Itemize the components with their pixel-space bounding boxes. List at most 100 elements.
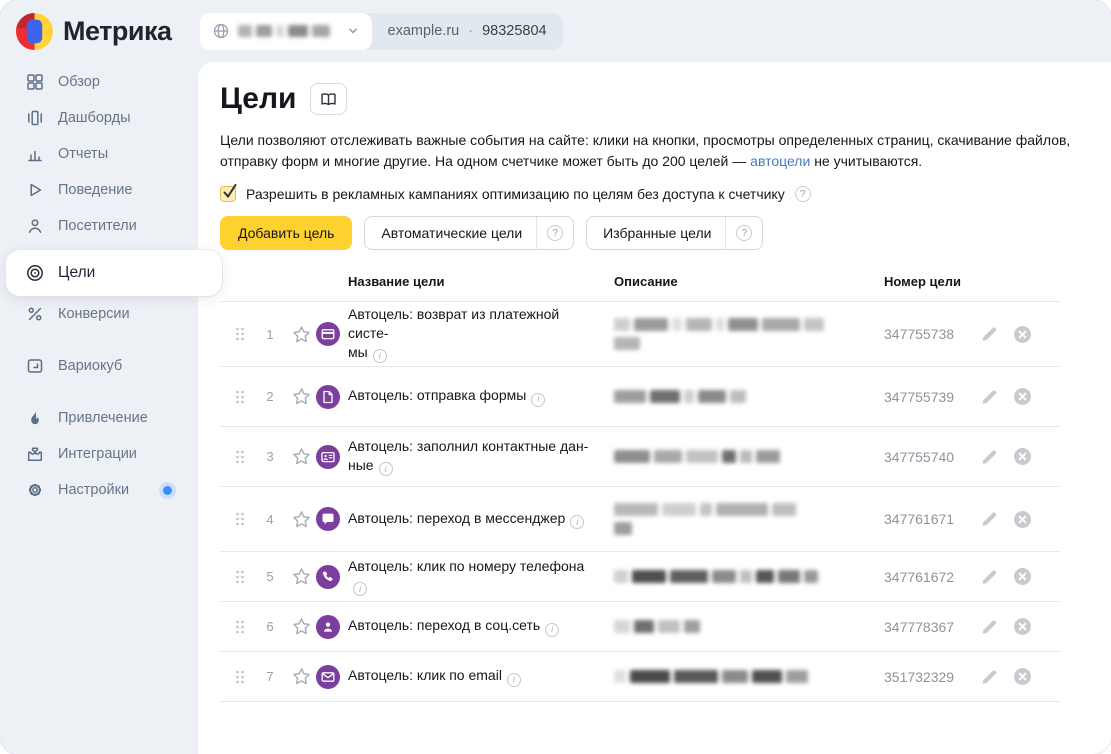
- sidebar-item-goals[interactable]: Цели: [6, 250, 222, 296]
- delete-goal-button[interactable]: [1013, 617, 1033, 636]
- optimize-checkbox[interactable]: [220, 186, 236, 202]
- goal-description-redacted: [614, 318, 864, 350]
- sidebar-item-settings[interactable]: Настройки: [0, 472, 198, 508]
- close-icon: [1013, 567, 1032, 586]
- info-icon[interactable]: i: [507, 673, 521, 687]
- metrika-logo[interactable]: Метрика: [16, 13, 172, 50]
- form-submit-icon: [316, 385, 340, 409]
- close-icon: [1013, 387, 1032, 406]
- sidebar-item-behavior[interactable]: Поведение: [0, 172, 198, 208]
- favorite-goals-button[interactable]: Избранные цели ?: [586, 216, 763, 250]
- help-icon[interactable]: ?: [547, 225, 563, 241]
- sidebar-item-overview[interactable]: Обзор: [0, 64, 198, 100]
- metrika-app: Метрика example.ru · 98325804 Обзор: [0, 0, 1111, 754]
- delete-goal-button[interactable]: [1013, 667, 1033, 686]
- edit-goal-button[interactable]: [980, 668, 1000, 686]
- counter-select[interactable]: [200, 13, 372, 50]
- favorite-star[interactable]: [292, 387, 312, 406]
- delete-goal-button[interactable]: [1013, 325, 1033, 344]
- favorite-star[interactable]: [292, 325, 312, 344]
- drag-handle[interactable]: [234, 326, 246, 342]
- star-icon: [292, 510, 311, 529]
- drag-dots-icon: [234, 326, 246, 342]
- edit-goal-button[interactable]: [980, 618, 1000, 636]
- pencil-icon: [980, 325, 998, 343]
- close-icon: [1013, 510, 1032, 529]
- goal-name: Автоцель: отправка формыi: [348, 386, 598, 407]
- visitors-icon: [25, 216, 45, 236]
- delete-goal-button[interactable]: [1013, 447, 1033, 466]
- info-icon[interactable]: i: [531, 393, 545, 407]
- sidebar-item-integrations[interactable]: Интеграции: [0, 436, 198, 472]
- favorite-star[interactable]: [292, 617, 312, 636]
- info-icon[interactable]: i: [373, 349, 387, 363]
- sidebar-item-attraction[interactable]: Привлечение: [0, 400, 198, 436]
- column-header-number: Номер цели: [884, 274, 961, 289]
- sidebar-nav: Обзор Дашборды Отчеты Поведение Посетите…: [0, 62, 198, 754]
- add-goal-button[interactable]: Добавить цель: [220, 216, 352, 250]
- favorite-star[interactable]: [292, 447, 312, 466]
- contact-data-icon: [316, 445, 340, 469]
- delete-goal-button[interactable]: [1013, 387, 1033, 406]
- intro-text-2: не учитываются.: [810, 153, 922, 169]
- drag-dots-icon: [234, 669, 246, 685]
- drag-handle[interactable]: [234, 389, 246, 405]
- autogoals-link[interactable]: автоцели: [750, 153, 810, 169]
- drag-handle[interactable]: [234, 669, 246, 685]
- table-body: 1 Автоцель: возврат из платежной систе-м…: [220, 302, 1060, 702]
- goal-description-redacted: [614, 390, 864, 403]
- edit-goal-button[interactable]: [980, 568, 1000, 586]
- edit-goal-button[interactable]: [980, 325, 1000, 343]
- sidebar-item-visitors[interactable]: Посетители: [0, 208, 198, 244]
- sidebar-item-variocube[interactable]: Вариокуб: [0, 348, 198, 384]
- topbar: Метрика example.ru · 98325804: [0, 0, 1111, 62]
- help-icon[interactable]: ?: [736, 225, 752, 241]
- row-number: 6: [256, 619, 284, 634]
- counter-switcher[interactable]: example.ru · 98325804: [200, 13, 563, 50]
- page-title: Цели: [220, 82, 296, 116]
- docs-button[interactable]: [310, 83, 347, 115]
- goals-icon: [25, 263, 45, 283]
- sidebar-item-reports[interactable]: Отчеты: [0, 136, 198, 172]
- close-icon: [1013, 325, 1032, 344]
- chevron-down-icon: [346, 25, 360, 37]
- sidebar-item-dashboards[interactable]: Дашборды: [0, 100, 198, 136]
- column-header-description: Описание: [614, 274, 884, 289]
- drag-dots-icon: [234, 511, 246, 527]
- goal-name: Автоцель: переход в мессенджерi: [348, 509, 598, 530]
- metrika-logo-icon: [16, 13, 53, 50]
- book-icon: [319, 90, 338, 109]
- pencil-icon: [980, 510, 998, 528]
- favorite-star[interactable]: [292, 510, 312, 529]
- delete-goal-button[interactable]: [1013, 567, 1033, 586]
- drag-handle[interactable]: [234, 569, 246, 585]
- info-icon[interactable]: i: [379, 462, 393, 476]
- goal-number: 347755739: [884, 389, 968, 405]
- edit-goal-button[interactable]: [980, 510, 1000, 528]
- switcher-site-redacted: [238, 25, 338, 37]
- auto-goals-button[interactable]: Автоматические цели ?: [364, 216, 574, 250]
- drag-handle[interactable]: [234, 511, 246, 527]
- help-icon[interactable]: ?: [795, 186, 811, 202]
- edit-goal-button[interactable]: [980, 448, 1000, 466]
- info-icon[interactable]: i: [353, 582, 367, 596]
- settings-icon: [25, 480, 45, 500]
- edit-goal-button[interactable]: [980, 388, 1000, 406]
- drag-handle[interactable]: [234, 619, 246, 635]
- sidebar-item-conversions[interactable]: Конверсии: [0, 296, 198, 332]
- delete-goal-button[interactable]: [1013, 510, 1033, 529]
- goal-description-redacted: [614, 503, 864, 535]
- row-number: 3: [256, 449, 284, 464]
- intro-text-1: Цели позволяют отслеживать важные событи…: [220, 132, 1070, 169]
- goal-description-redacted: [614, 670, 864, 683]
- variocube-icon: [25, 356, 45, 376]
- favorite-star[interactable]: [292, 567, 312, 586]
- goal-number: 351732329: [884, 669, 968, 685]
- info-icon[interactable]: i: [570, 515, 584, 529]
- drag-handle[interactable]: [234, 449, 246, 465]
- drag-dots-icon: [234, 569, 246, 585]
- messenger-icon: [316, 507, 340, 531]
- info-icon[interactable]: i: [545, 623, 559, 637]
- favorite-star[interactable]: [292, 667, 312, 686]
- social-network-icon: [316, 615, 340, 639]
